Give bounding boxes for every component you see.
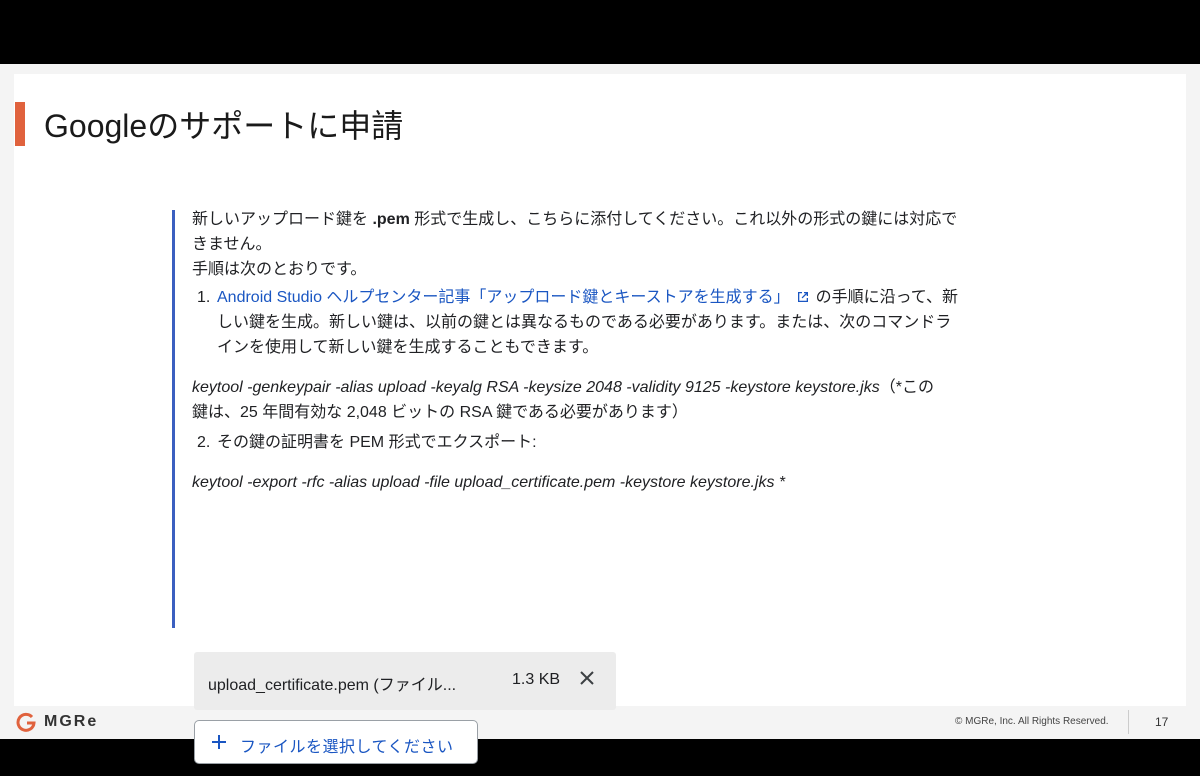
title-accent-bar [15,102,25,146]
intro-text-part: 新しいアップロード鍵を [192,211,373,228]
intro-text: 新しいアップロード鍵を .pem 形式で生成し、こちらに添付してください。これ以… [192,207,1022,257]
copyright-text: © MGRe, Inc. All Rights Reserved. [955,716,1109,727]
keygen-command: keytool -genkeypair -alias upload -keyal… [192,379,880,396]
attached-file-name: upload_certificate.pem (ファイル... [208,677,457,694]
command-note: （*この [879,379,934,396]
slide-title: Googleのサポートに申請 [44,108,404,144]
slide: Googleのサポートに申請 新しいアップロード鍵を .pem 形式で生成し、こ… [0,64,1200,764]
support-form-section: 新しいアップロード鍵を .pem 形式で生成し、こちらに添付してください。これ以… [172,210,1025,764]
command-1-block: keytool -genkeypair -alias upload -keyal… [192,375,1022,425]
step-1-text: しい鍵を生成。新しい鍵は、以前の鍵とは異なるものである必要があります。または、次… [217,314,952,331]
intro-pem-extension: .pem [372,211,410,228]
footer-divider [1128,710,1129,734]
step-2-text: その鍵の証明書を PEM 形式でエクスポート: [217,434,537,451]
logo-text: MGRe [44,713,99,730]
attached-file-size: 1.3 KB [512,671,561,688]
step-number: 2. [197,434,211,451]
external-link-icon[interactable] [796,290,810,304]
page-number: 17 [1155,715,1169,729]
step-1: 1. Android Studio ヘルプセンター記事「アップロード鍵とキースト… [192,285,1022,360]
plus-icon [212,735,226,749]
form-content: 新しいアップロード鍵を .pem 形式で生成し、こちらに添付してください。これ以… [192,210,1022,495]
logo-mark-icon [16,712,36,732]
command-note: 鍵は、25 年間有効な 2,048 ビットの RSA 鍵である必要があります） [192,404,688,421]
export-command: keytool -export -rfc -alias upload -file… [192,474,786,491]
step-2: 2. その鍵の証明書を PEM 形式でエクスポート: [192,430,1022,455]
close-icon[interactable] [576,667,598,689]
intro-text-part: きません。 [192,236,272,253]
mgre-logo: MGRe [16,711,98,733]
select-file-label: ファイルを選択してください [240,739,454,756]
attached-file-chip: upload_certificate.pem (ファイル... 1.3 KB [194,652,616,710]
android-studio-help-link[interactable]: Android Studio ヘルプセンター記事「アップロード鍵とキーストアを生… [217,289,790,306]
steps-heading: 手順は次のとおりです。 [192,261,367,278]
step-1-text: インを使用して新しい鍵を生成することもできます。 [217,339,599,356]
step-1-text: の手順に沿って、新 [815,289,959,306]
step-number: 1. [197,289,211,306]
intro-text-part: 形式で生成し、こちらに添付してください。これ以外の形式の鍵には対応で [409,211,958,228]
select-file-button[interactable]: ファイルを選択してください [194,720,478,764]
